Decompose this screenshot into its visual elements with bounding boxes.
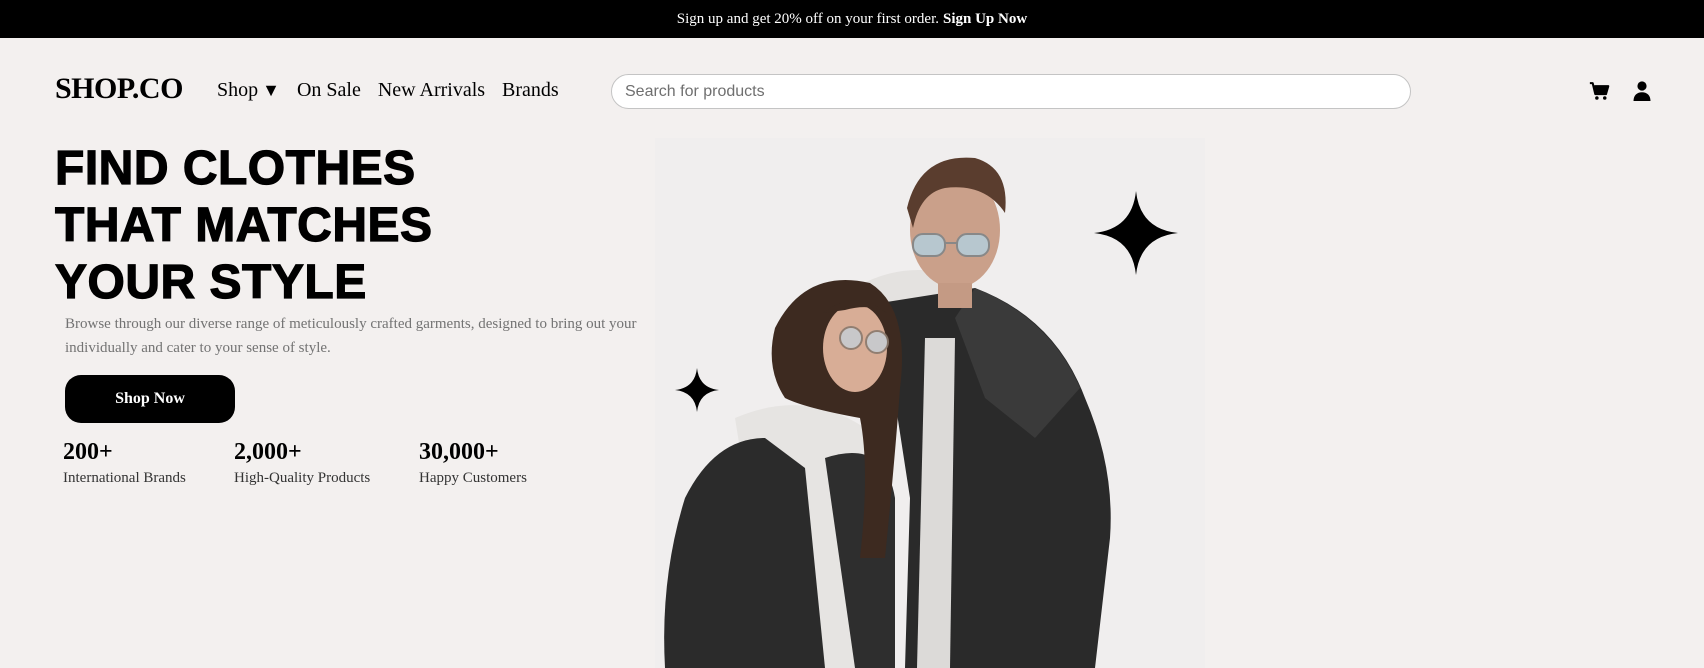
stat-label: International Brands xyxy=(63,470,186,486)
stat-value: 30,000+ xyxy=(419,439,499,465)
main-nav: Shop ▼ On Sale New Arrivals Brands xyxy=(217,79,576,102)
hero-title-line: YOUR STYLE xyxy=(54,255,367,309)
announcement-text: Sign up and get 20% off on your first or… xyxy=(676,10,939,27)
search-input[interactable] xyxy=(611,74,1411,109)
stat-label: Happy Customers xyxy=(419,470,527,486)
cart-icon[interactable] xyxy=(1588,80,1610,102)
nav-item-brands[interactable]: Brands xyxy=(502,79,559,102)
sparkle-star-small xyxy=(675,368,719,412)
hero-title: FIND CLOTHES THAT MATCHES YOUR STYLE xyxy=(54,140,433,311)
nav-item-shop[interactable]: Shop ▼ xyxy=(217,79,280,102)
hero-title-line: THAT MATCHES xyxy=(54,198,433,252)
nav-item-on-sale[interactable]: On Sale xyxy=(297,79,361,102)
stat-value: 200+ xyxy=(63,439,113,465)
nav-item-new-arrivals[interactable]: New Arrivals xyxy=(378,79,485,102)
nav-item-shop-label: Shop xyxy=(217,79,259,101)
announcement-bar: Sign up and get 20% off on your first or… xyxy=(0,0,1704,38)
stat-value: 2,000+ xyxy=(234,439,302,465)
signup-link[interactable]: Sign Up Now xyxy=(943,11,1027,28)
hero-title-line: FIND CLOTHES xyxy=(54,141,416,195)
stat-brands: 200+ International Brands xyxy=(63,437,186,487)
stat-label: High-Quality Products xyxy=(234,470,371,486)
sparkle-star-large xyxy=(1094,191,1178,275)
chevron-down-icon: ▼ xyxy=(262,80,280,100)
hero-description: Browse through our diverse range of meti… xyxy=(65,316,637,356)
stat-products: 2,000+ High-Quality Products xyxy=(234,437,370,487)
user-icon[interactable] xyxy=(1631,80,1653,102)
shop-now-button[interactable]: Shop Now xyxy=(65,375,235,423)
site-logo[interactable]: SHOP.CO xyxy=(55,72,183,106)
stat-customers: 30,000+ Happy Customers xyxy=(419,437,527,487)
